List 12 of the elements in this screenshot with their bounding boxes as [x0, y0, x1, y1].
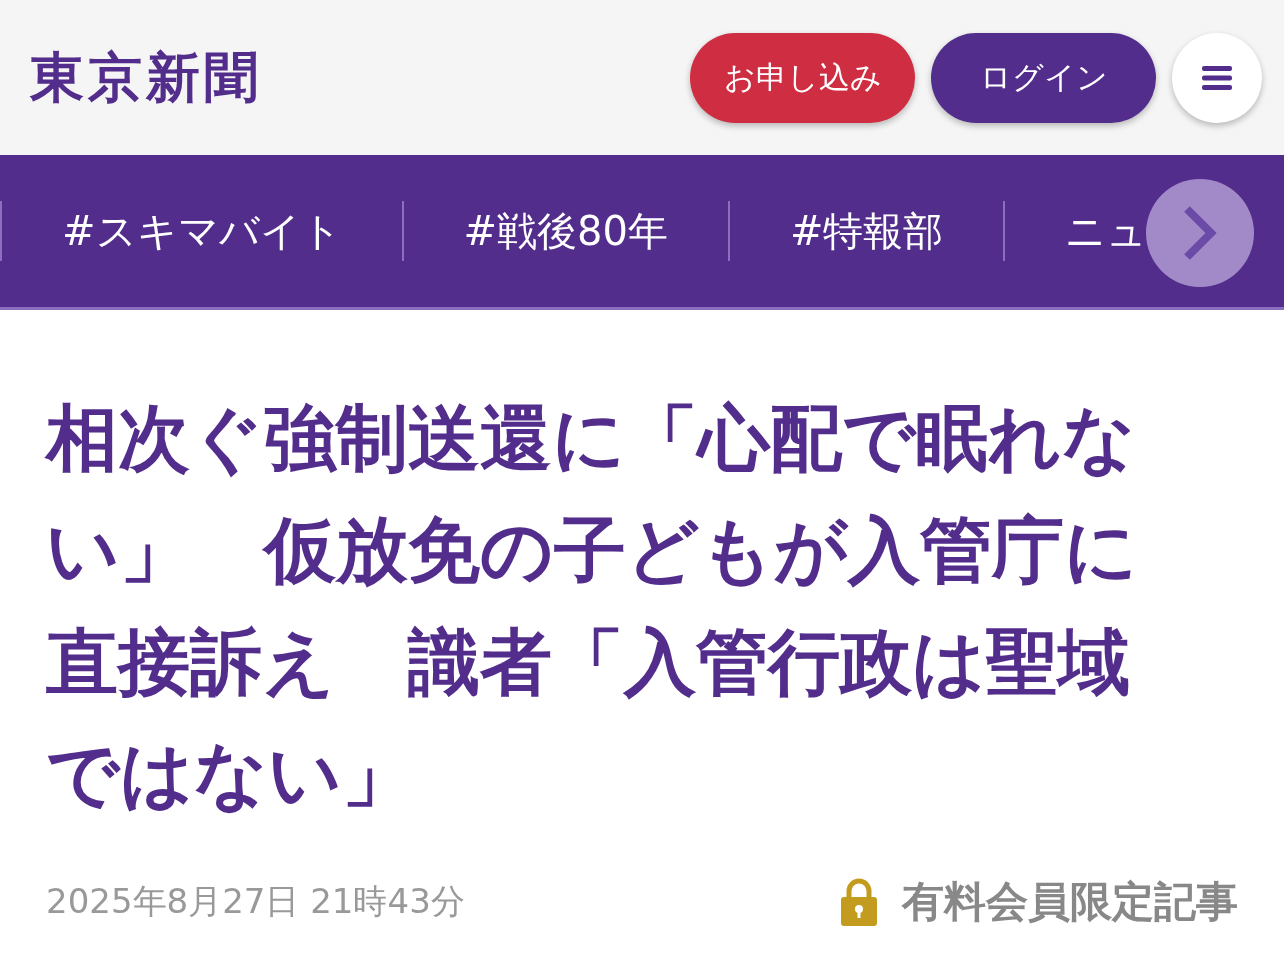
nav-link[interactable]: #戦後80年	[401, 201, 728, 261]
subscribe-button[interactable]: お申し込み	[690, 32, 915, 123]
login-button[interactable]: ログイン	[931, 32, 1156, 123]
nav-link[interactable]: #スキマバイト	[0, 201, 402, 261]
nav-link[interactable]: #特報部	[727, 201, 1004, 261]
chevron-right-icon	[1183, 205, 1217, 261]
paywall-label: 有料会員限定記事	[902, 876, 1238, 928]
article-title: 相次ぐ強制送還に「心配で眠れない」 仮放免の子どもが入管庁に直接訴え 識者「入管行政は聖域ではない」	[46, 395, 1139, 818]
publish-date: 2025年8月27日 21時43分	[46, 880, 465, 923]
logo[interactable]: 東京新聞	[30, 37, 262, 118]
menu-button[interactable]	[1172, 32, 1262, 123]
menu-icon	[1202, 65, 1232, 90]
